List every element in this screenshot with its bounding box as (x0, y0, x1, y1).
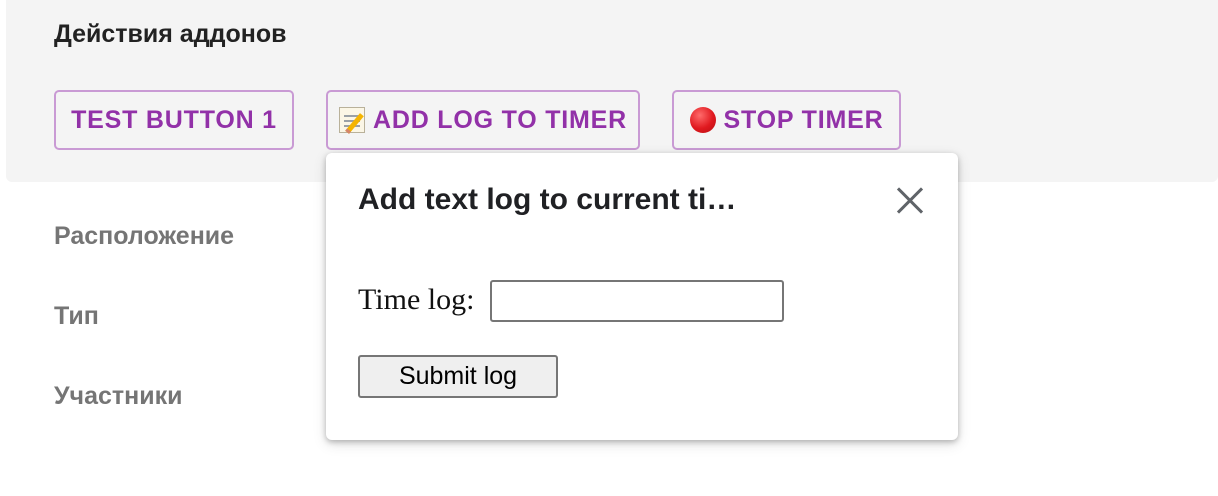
add-log-to-timer-button[interactable]: ADD LOG TO TIMER (326, 90, 640, 150)
add-log-popup: Add text log to current ti… Time log: Su… (326, 153, 958, 440)
memo-icon (339, 107, 365, 133)
time-log-label: Time log: (358, 283, 475, 316)
test-button-1[interactable]: TEST BUTTON 1 (54, 90, 294, 150)
location-label: Расположение (54, 222, 235, 250)
test-button-1-label: TEST BUTTON 1 (71, 105, 277, 134)
close-icon[interactable] (892, 183, 928, 219)
addon-actions-title: Действия аддонов (54, 20, 287, 48)
type-label: Тип (54, 302, 99, 330)
stop-timer-label: STOP TIMER (723, 105, 884, 134)
time-log-input[interactable] (490, 280, 784, 322)
stop-timer-button[interactable]: STOP TIMER (672, 90, 901, 150)
submit-log-button[interactable]: Submit log (358, 355, 558, 398)
red-circle-icon (689, 107, 716, 133)
participants-label: Участники (54, 382, 183, 410)
calendar-event-page: Действия аддонов TEST BUTTON 1 ADD LOG T… (0, 0, 1218, 496)
add-log-to-timer-label: ADD LOG TO TIMER (373, 105, 627, 134)
popup-title: Add text log to current ti… (358, 183, 737, 216)
